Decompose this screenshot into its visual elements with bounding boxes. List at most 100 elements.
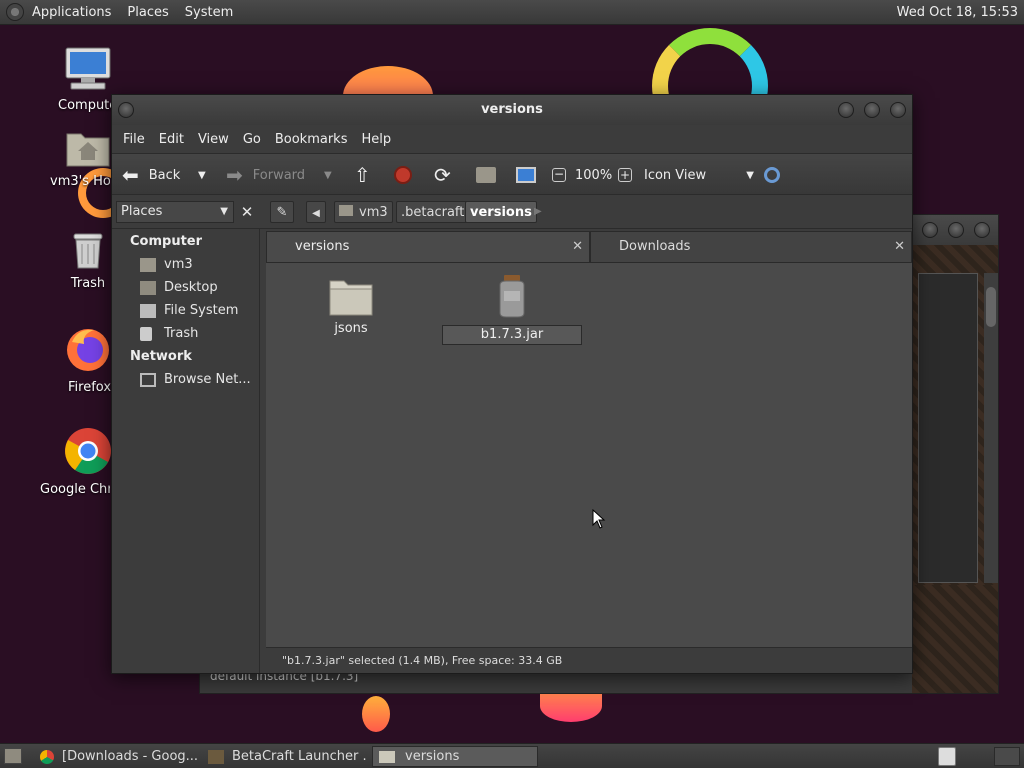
menu-bookmarks[interactable]: Bookmarks (268, 132, 355, 147)
forward-arrow-icon: ➡ (226, 163, 243, 187)
chevron-right-icon: ▶ (534, 206, 542, 217)
home-folder-icon (140, 257, 156, 272)
trash-applet-icon[interactable] (938, 747, 956, 766)
menu-help[interactable]: Help (354, 132, 398, 147)
stop-icon (394, 166, 412, 184)
desktop-icon-label: Google Chrome (40, 482, 110, 497)
zoom-out-button[interactable]: − (552, 154, 566, 196)
toggle-location-entry-button[interactable]: ✎ (270, 201, 294, 223)
task-label: [Downloads - Goog... (62, 749, 199, 764)
close-button[interactable] (890, 102, 906, 118)
stop-button[interactable] (394, 154, 412, 196)
breadcrumb-betacraft[interactable]: .betacraft (396, 201, 470, 223)
file-view[interactable]: jsons b1.7.3.jar (266, 263, 912, 647)
gnome-foot-icon[interactable] (6, 3, 24, 21)
minimize-button[interactable] (922, 222, 938, 238)
zoom-in-icon: + (618, 168, 632, 182)
edit-icon: ✎ (276, 205, 288, 220)
taskbar-item-chrome[interactable]: [Downloads - Goog... (34, 746, 200, 767)
file-item-jsons[interactable]: jsons (306, 275, 396, 336)
show-desktop-button[interactable] (4, 748, 22, 764)
search-button[interactable] (764, 154, 780, 196)
status-bar: "b1.7.3.jar" selected (1.4 MB), Free spa… (266, 647, 912, 673)
sidebar-item-browse-network[interactable]: Browse Net... (140, 372, 251, 387)
mouse-cursor-icon (592, 509, 606, 529)
sidebar-item-trash[interactable]: Trash (140, 326, 198, 341)
close-sidebar-button[interactable]: ✕ (236, 201, 258, 223)
view-mode-select[interactable]: Icon View ▼ (644, 154, 754, 196)
sidebar-item-file-system[interactable]: File System (140, 303, 238, 318)
desktop-icon-label: vm3's Home (50, 174, 110, 189)
chevron-down-icon: ▼ (198, 169, 206, 181)
trash-icon (140, 326, 152, 341)
breadcrumb-scroll-left[interactable]: ◀ (306, 201, 326, 223)
tab-versions[interactable]: versions ✕ (266, 231, 590, 263)
breadcrumb-vm3[interactable]: vm3 (334, 201, 393, 223)
maximize-button[interactable] (948, 222, 964, 238)
sidebar-item-vm3[interactable]: vm3 (140, 257, 193, 272)
window-title: versions (481, 102, 543, 117)
maximize-button[interactable] (864, 102, 880, 118)
up-arrow-icon: ⇧ (354, 163, 371, 187)
minimize-button[interactable] (838, 102, 854, 118)
bottom-panel: [Downloads - Goog... BetaCraft Launcher … (0, 743, 1024, 768)
close-button[interactable] (974, 222, 990, 238)
computer-button[interactable] (516, 154, 536, 196)
window-menu-button[interactable] (118, 102, 134, 118)
zoom-level[interactable]: 100% (575, 154, 612, 196)
breadcrumb-label: vm3 (359, 205, 388, 220)
zoom-out-icon: − (552, 167, 566, 182)
close-icon[interactable]: ✕ (894, 232, 905, 262)
scrollbar-thumb[interactable] (986, 287, 996, 327)
file-manager-window[interactable]: versions File Edit View Go Bookmarks Hel… (111, 94, 913, 674)
news-panel (918, 273, 978, 583)
applications-menu[interactable]: Applications (24, 0, 119, 25)
home-folder-icon (66, 133, 110, 167)
trash-icon (73, 233, 103, 269)
sidebar-heading-computer: Computer (130, 234, 203, 249)
breadcrumb-scroll-right[interactable]: ▶ (534, 201, 542, 223)
places-sidebar: Computer vm3 Desktop File System Trash N… (112, 229, 260, 673)
reload-button[interactable]: ⟳ (434, 154, 451, 196)
workspace-switcher[interactable] (994, 747, 1020, 766)
menu-file[interactable]: File (116, 132, 152, 147)
up-button[interactable]: ⇧ (354, 154, 371, 196)
forward-history-dropdown[interactable]: ▼ (324, 154, 332, 196)
back-button[interactable]: ⬅ Back (122, 154, 180, 196)
file-name: jsons (334, 321, 368, 336)
scrollbar[interactable] (984, 273, 998, 583)
back-arrow-icon: ⬅ (122, 163, 139, 187)
tab-label: versions (295, 239, 350, 254)
forward-button[interactable]: ➡ Forward (226, 154, 305, 196)
task-label: BetaCraft Launcher ... (232, 749, 368, 764)
tab-label: Downloads (619, 239, 691, 254)
close-icon[interactable]: ✕ (572, 232, 583, 262)
computer-icon (65, 47, 111, 90)
sidebar-selector[interactable]: Places ▼ (116, 201, 234, 223)
zoom-in-button[interactable]: + (618, 154, 632, 196)
tab-downloads[interactable]: Downloads ✕ (590, 231, 912, 263)
view-mode-label: Icon View (644, 167, 707, 183)
breadcrumb-versions[interactable]: versions (465, 201, 537, 223)
menu-view[interactable]: View (191, 132, 236, 147)
menu-go[interactable]: Go (236, 132, 268, 147)
menu-bar: File Edit View Go Bookmarks Help (112, 125, 912, 153)
sidebar-item-desktop[interactable]: Desktop (140, 280, 218, 295)
close-icon: ✕ (240, 203, 254, 221)
file-item-b1-7-3-jar[interactable]: b1.7.3.jar (442, 273, 582, 345)
clock[interactable]: Wed Oct 18, 15:53 (897, 0, 1018, 25)
toolbar: ⬅ Back ▼ ➡ Forward ▼ ⇧ ⟳ − 100% + Icon V… (112, 153, 912, 195)
back-history-dropdown[interactable]: ▼ (198, 154, 206, 196)
places-menu[interactable]: Places (119, 0, 176, 25)
home-button[interactable] (476, 154, 496, 196)
taskbar-item-betacraft[interactable]: BetaCraft Launcher ... (202, 746, 368, 767)
home-icon (339, 205, 353, 216)
reload-icon: ⟳ (434, 163, 451, 187)
sidebar-item-label: File System (164, 303, 239, 318)
menu-edit[interactable]: Edit (152, 132, 191, 147)
back-label: Back (148, 167, 181, 183)
system-menu[interactable]: System (177, 0, 241, 25)
sidebar-heading-network: Network (130, 349, 192, 364)
taskbar-item-versions[interactable]: versions (372, 746, 538, 767)
titlebar[interactable]: versions (112, 95, 912, 125)
